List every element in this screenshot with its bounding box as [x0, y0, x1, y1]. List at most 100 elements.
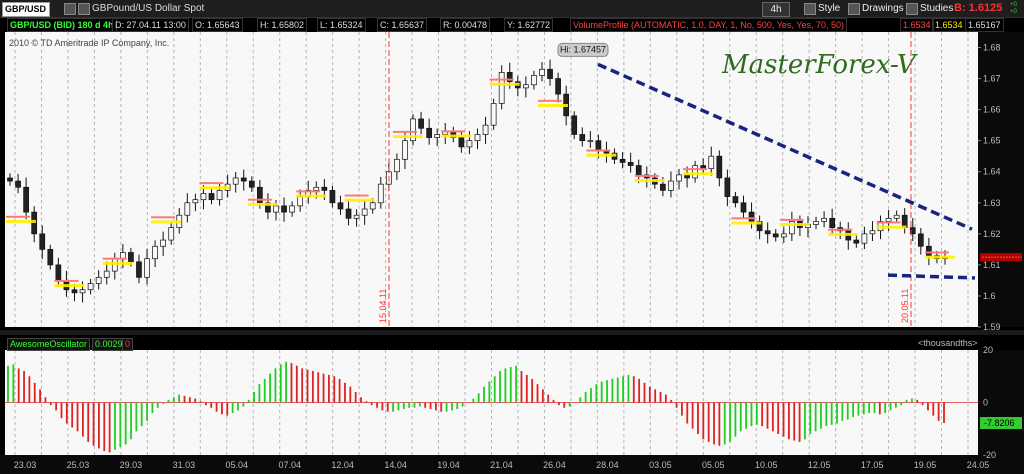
candle-body	[111, 258, 118, 272]
time-tick-label: 29.03	[120, 460, 143, 470]
candle-body	[466, 140, 473, 148]
candle-body	[829, 217, 836, 228]
time-tick-label: 28.04	[596, 460, 619, 470]
poc-marker	[586, 153, 617, 157]
candle-body	[353, 214, 360, 219]
candle-body	[184, 202, 191, 216]
time-tick-label: 23.03	[14, 460, 37, 470]
value-area-marker	[586, 149, 611, 152]
candle-body	[531, 75, 537, 86]
candle-body	[345, 208, 352, 219]
candle-body	[144, 258, 150, 278]
high-label: Hi: 1.67457	[560, 44, 606, 54]
price-tick-label: 1.66	[983, 105, 1001, 115]
price-tick-label: 1.67	[983, 74, 1001, 84]
oscillator-name: AwesomeOscillator	[7, 338, 90, 351]
watermark-text: MasterForex-V	[721, 50, 918, 80]
candle-body	[724, 177, 731, 197]
candle-body	[555, 78, 561, 95]
value-area-marker	[296, 190, 321, 193]
candle-body	[708, 155, 715, 169]
price-tick-label: 1.59	[983, 322, 1001, 332]
copyright-text: 2010 © TD Ameritrade IP Company, Inc.	[9, 38, 170, 48]
candle-body	[313, 186, 320, 191]
candle-body	[240, 177, 247, 182]
value-area-marker	[828, 228, 853, 231]
candle-body	[103, 270, 110, 278]
price-tick-label: 1.68	[983, 43, 1001, 53]
candle-body	[627, 162, 634, 166]
value-area-marker	[199, 182, 224, 185]
candle-body	[23, 186, 29, 213]
candle-body	[861, 233, 868, 244]
time-tick-label: 21.04	[490, 460, 513, 470]
poc-marker	[54, 284, 85, 288]
time-tick-label: 17.05	[861, 460, 884, 470]
value-area-marker	[6, 215, 30, 218]
candle-body	[684, 174, 690, 179]
price-chart[interactable]: 1.59 1.6 1.61 1.62 1.63 1.64 1.65 1.66 1.67 1.68 1…	[0, 0, 1024, 474]
time-tick-label: 24.05	[967, 460, 990, 470]
candle-body	[490, 103, 497, 126]
candle-body	[926, 245, 932, 256]
poc-marker	[924, 255, 955, 259]
candle-body	[71, 289, 78, 294]
candle-body	[676, 174, 682, 182]
poc-marker	[247, 202, 278, 206]
candle-body	[47, 249, 54, 266]
value-area-marker	[151, 216, 176, 219]
price-tick-label: 1.6	[983, 291, 996, 301]
candle-body	[893, 214, 900, 219]
candle-body	[595, 140, 602, 151]
candle-body	[136, 261, 142, 278]
candle-body	[418, 118, 424, 129]
candle-body	[458, 137, 465, 148]
candle-body	[635, 165, 642, 176]
poc-marker	[876, 225, 907, 229]
poc-marker	[634, 179, 665, 183]
time-tick-label: 26.04	[543, 460, 566, 470]
candle-body	[619, 158, 626, 163]
candle-body	[248, 180, 255, 188]
poc-marker	[683, 172, 714, 176]
candle-body	[917, 233, 924, 247]
candle-body	[281, 205, 287, 213]
value-area-marker	[441, 130, 466, 133]
oscillator-units: <thousandths>	[918, 338, 978, 348]
candle-body	[402, 140, 408, 160]
candle-body	[821, 217, 827, 222]
time-tick-label: 19.05	[914, 460, 937, 470]
poc-marker	[392, 135, 423, 139]
candle-body	[297, 196, 304, 207]
candle-body	[571, 115, 578, 135]
candle-body	[764, 230, 771, 235]
candle-body	[377, 183, 384, 204]
oscillator-value-2: 0	[122, 338, 134, 351]
poc-marker	[537, 103, 568, 107]
session-marker-label: 20.05.11	[900, 289, 910, 323]
poc-marker	[828, 232, 859, 236]
value-area-marker	[924, 251, 949, 254]
candle-body	[361, 208, 368, 216]
value-area-marker	[634, 174, 659, 177]
candle-body	[168, 227, 175, 241]
candle-body	[31, 211, 38, 235]
candle-body	[15, 180, 21, 188]
time-tick-label: 14.04	[384, 460, 407, 470]
osc-tick-label: -20	[983, 450, 996, 460]
candle-body	[813, 221, 819, 225]
candle-body	[482, 124, 489, 135]
candle-body	[329, 190, 336, 204]
time-tick-label: 10.05	[755, 460, 778, 470]
panel-divider	[0, 330, 1024, 335]
price-tick-label: 1.62	[983, 229, 1001, 239]
candle-body	[369, 202, 376, 210]
oscillator-value: 0.0029	[92, 338, 126, 351]
candle-body	[587, 140, 594, 143]
candle-body	[539, 68, 545, 76]
candle-body	[780, 233, 787, 238]
candle-body	[885, 217, 892, 222]
time-tick-label: 03.05	[649, 460, 672, 470]
candle-body	[748, 211, 755, 222]
session-marker-label: 15.04.11	[378, 289, 388, 323]
